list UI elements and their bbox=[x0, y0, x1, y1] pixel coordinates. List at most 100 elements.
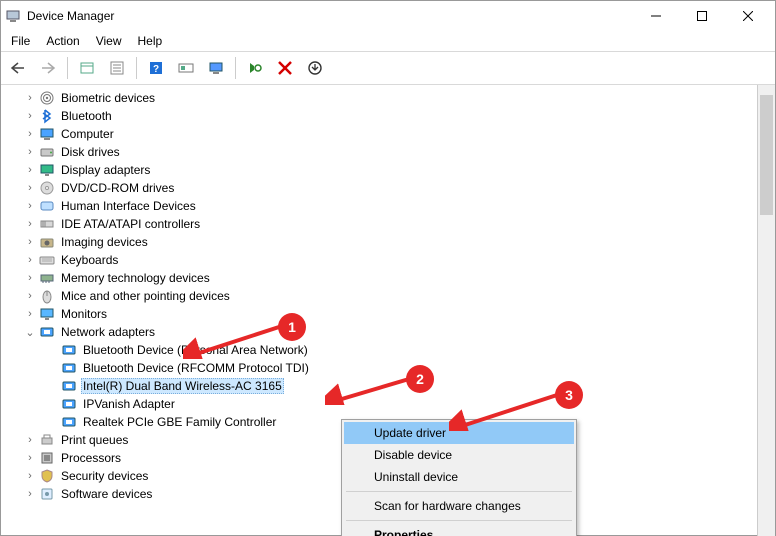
scan-button[interactable] bbox=[173, 55, 199, 81]
help-button[interactable]: ? bbox=[143, 55, 169, 81]
disk-icon bbox=[39, 144, 55, 160]
toolbar-separator bbox=[235, 57, 236, 79]
tree-category[interactable]: ›Imaging devices bbox=[1, 233, 757, 251]
chevron-right-icon[interactable]: › bbox=[23, 146, 37, 158]
chevron-right-icon[interactable]: › bbox=[23, 452, 37, 464]
callout-2: 2 bbox=[406, 365, 434, 393]
tree-category-label: Memory technology devices bbox=[59, 270, 212, 286]
tree-category[interactable]: › Display adapters bbox=[1, 161, 757, 179]
tree-category-label: Disk drives bbox=[59, 144, 122, 160]
update-button[interactable] bbox=[302, 55, 328, 81]
tree-device[interactable]: Bluetooth Device (RFCOMM Protocol TDI) bbox=[1, 359, 757, 377]
window-title: Device Manager bbox=[27, 9, 633, 23]
context-menu-item[interactable]: Disable device bbox=[344, 444, 574, 466]
chevron-right-icon[interactable]: › bbox=[23, 470, 37, 482]
tree-category-label: Bluetooth bbox=[59, 108, 114, 124]
tree-device-label: Realtek PCIe GBE Family Controller bbox=[81, 414, 278, 430]
menu-help[interactable]: Help bbox=[130, 31, 171, 51]
tree-category[interactable]: › Monitors bbox=[1, 305, 757, 323]
pc-icon bbox=[39, 126, 55, 142]
tree-category-label: Monitors bbox=[59, 306, 109, 322]
chevron-right-icon[interactable]: › bbox=[23, 182, 37, 194]
context-menu-item[interactable]: Update driver bbox=[344, 422, 574, 444]
chevron-right-icon[interactable]: › bbox=[23, 218, 37, 230]
chevron-down-icon[interactable]: ⌄ bbox=[23, 326, 37, 339]
tree-category[interactable]: › Keyboards bbox=[1, 251, 757, 269]
chevron-right-icon[interactable]: › bbox=[23, 434, 37, 446]
chevron-right-icon[interactable]: › bbox=[23, 92, 37, 104]
chevron-right-icon[interactable]: › bbox=[23, 110, 37, 122]
tree-category-label: Print queues bbox=[59, 432, 130, 448]
minimize-button[interactable] bbox=[633, 1, 679, 31]
tree-category-label: Processors bbox=[59, 450, 123, 466]
context-menu-item[interactable]: Uninstall device bbox=[344, 466, 574, 488]
chevron-right-icon[interactable]: › bbox=[23, 290, 37, 302]
chevron-right-icon[interactable]: › bbox=[23, 128, 37, 140]
chevron-right-icon[interactable]: › bbox=[23, 488, 37, 500]
computer-icon-button[interactable] bbox=[203, 55, 229, 81]
menu-bar: File Action View Help bbox=[1, 31, 775, 52]
chevron-right-icon[interactable]: › bbox=[23, 236, 37, 248]
tree-category[interactable]: ›DVD/CD-ROM drives bbox=[1, 179, 757, 197]
tree-device[interactable]: Intel(R) Dual Band Wireless-AC 3165 bbox=[1, 377, 757, 395]
cpu-icon bbox=[39, 450, 55, 466]
title-bar: Device Manager bbox=[1, 1, 775, 31]
tree-category-label: Keyboards bbox=[59, 252, 120, 268]
chevron-right-icon[interactable]: › bbox=[23, 200, 37, 212]
tree-category[interactable]: › IDE ATA/ATAPI controllers bbox=[1, 215, 757, 233]
show-hidden-button[interactable] bbox=[74, 55, 100, 81]
camera-icon bbox=[39, 234, 55, 250]
tree-category-label: Software devices bbox=[59, 486, 154, 502]
monitor-icon bbox=[39, 306, 55, 322]
tree-category-label: Network adapters bbox=[59, 324, 157, 340]
nic-icon bbox=[61, 342, 77, 358]
mem-icon bbox=[39, 270, 55, 286]
tree-category[interactable]: › Memory technology devices bbox=[1, 269, 757, 287]
security-icon bbox=[39, 468, 55, 484]
back-button[interactable] bbox=[5, 55, 31, 81]
callout-3: 3 bbox=[555, 381, 583, 409]
context-menu-item[interactable]: Properties bbox=[344, 524, 574, 536]
tree-category-label: Display adapters bbox=[59, 162, 152, 178]
tree-category-label: Human Interface Devices bbox=[59, 198, 198, 214]
chevron-right-icon[interactable]: › bbox=[23, 272, 37, 284]
bt-icon bbox=[39, 108, 55, 124]
properties-button[interactable] bbox=[104, 55, 130, 81]
tree-device-label: Bluetooth Device (RFCOMM Protocol TDI) bbox=[81, 360, 311, 376]
forward-button[interactable] bbox=[35, 55, 61, 81]
menu-view[interactable]: View bbox=[88, 31, 130, 51]
tree-category[interactable]: › Human Interface Devices bbox=[1, 197, 757, 215]
tree-device[interactable]: IPVanish Adapter bbox=[1, 395, 757, 413]
tree-category-label: IDE ATA/ATAPI controllers bbox=[59, 216, 202, 232]
chevron-right-icon[interactable]: › bbox=[23, 164, 37, 176]
chevron-right-icon[interactable]: › bbox=[23, 254, 37, 266]
nic-icon bbox=[61, 360, 77, 376]
chevron-right-icon[interactable]: › bbox=[23, 308, 37, 320]
svg-text:?: ? bbox=[153, 64, 159, 75]
scrollbar-thumb[interactable] bbox=[760, 95, 773, 215]
content-area: ›Biometric devices›Bluetooth›Computer›Di… bbox=[1, 85, 775, 536]
vertical-scrollbar[interactable] bbox=[757, 85, 775, 536]
tree-category[interactable]: › Disk drives bbox=[1, 143, 757, 161]
app-icon bbox=[5, 8, 21, 24]
tree-category[interactable]: › Bluetooth bbox=[1, 107, 757, 125]
context-menu-separator bbox=[346, 491, 572, 492]
disc-icon bbox=[39, 180, 55, 196]
maximize-button[interactable] bbox=[679, 1, 725, 31]
enable-button[interactable] bbox=[242, 55, 268, 81]
tree-device[interactable]: Bluetooth Device (Personal Area Network) bbox=[1, 341, 757, 359]
menu-action[interactable]: Action bbox=[38, 31, 87, 51]
tree-category[interactable]: ›Biometric devices bbox=[1, 89, 757, 107]
context-menu-item[interactable]: Scan for hardware changes bbox=[344, 495, 574, 517]
toolbar-separator bbox=[67, 57, 68, 79]
toolbar-separator bbox=[136, 57, 137, 79]
context-menu: Update driverDisable deviceUninstall dev… bbox=[341, 419, 577, 536]
menu-file[interactable]: File bbox=[3, 31, 38, 51]
tree-category-label: Security devices bbox=[59, 468, 150, 484]
tree-category[interactable]: ⌄ Network adapters bbox=[1, 323, 757, 341]
display-icon bbox=[39, 162, 55, 178]
close-button[interactable] bbox=[725, 1, 771, 31]
tree-category[interactable]: ›Mice and other pointing devices bbox=[1, 287, 757, 305]
uninstall-button[interactable] bbox=[272, 55, 298, 81]
tree-category[interactable]: ›Computer bbox=[1, 125, 757, 143]
